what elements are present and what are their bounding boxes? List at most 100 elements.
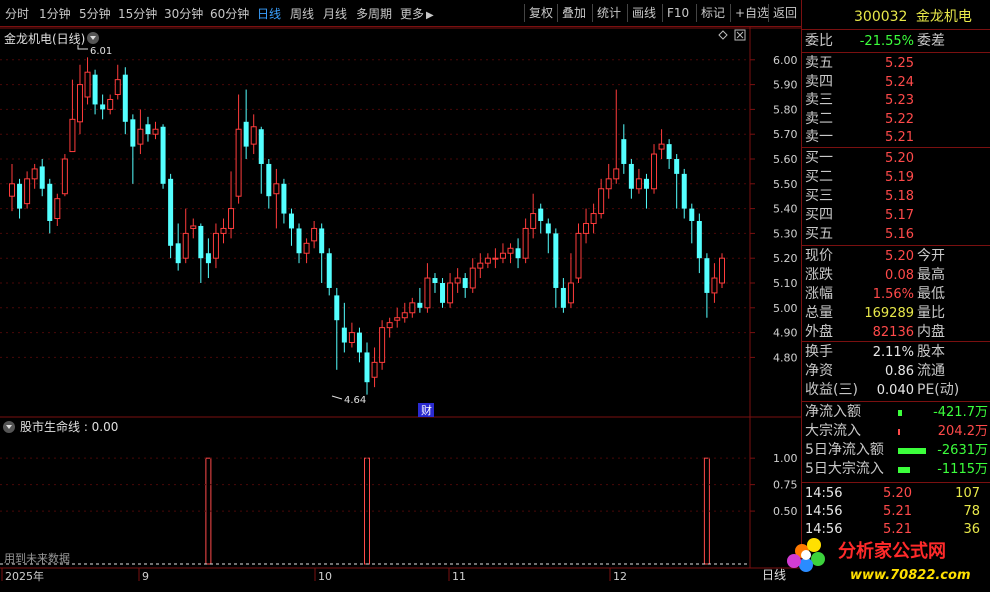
period-tab-1min[interactable]: 1分钟 xyxy=(39,5,71,22)
candle xyxy=(711,263,718,303)
overlay-button[interactable]: 叠加 xyxy=(557,4,590,22)
back-button[interactable]: 返回 xyxy=(768,4,801,22)
candle xyxy=(530,193,537,239)
money-flow-bar xyxy=(898,448,926,454)
quote-value: 0.08 xyxy=(885,268,914,283)
quote-row: 涨跌 0.08 最高 xyxy=(802,266,990,285)
fuquan-button[interactable]: 复权 xyxy=(524,4,557,22)
fundamental-label-2: PE(动) xyxy=(917,382,960,398)
candle xyxy=(417,287,423,313)
quote-label-2: 今开 xyxy=(917,248,945,264)
price-tick-label: 4.90 xyxy=(773,327,798,340)
buy-level-row: 买二 5.19 xyxy=(802,168,990,187)
candle xyxy=(61,154,68,197)
candle xyxy=(567,253,574,308)
candle xyxy=(250,114,257,155)
buy-level-row: 买三 5.18 xyxy=(802,187,990,206)
candle xyxy=(538,203,544,234)
buy-level-price: 5.20 xyxy=(885,151,914,166)
high-price-label: 6.01 xyxy=(90,46,112,57)
sell-level-row: 卖二 5.22 xyxy=(802,110,990,129)
chart-menu-icon[interactable] xyxy=(87,32,99,44)
kline-chart-svg[interactable]: 6.00 5.90 5.80 5.70 5.60 5.50 5.40 5.30 5.20 5.10… xyxy=(0,27,801,589)
tick-price: 5.20 xyxy=(883,486,912,501)
fundamental-value: 2.11% xyxy=(872,345,914,360)
low-marker-line xyxy=(331,395,343,400)
watermark-url: www.70822.com xyxy=(850,568,971,583)
draw-line-button[interactable]: 画线 xyxy=(627,4,660,22)
diamond-icon[interactable] xyxy=(718,30,728,40)
close-chart-icon[interactable] xyxy=(734,29,746,41)
indicator-menu-icon[interactable] xyxy=(3,421,15,433)
date-axis-label: 11 xyxy=(452,570,466,583)
buy-level-label: 买四 xyxy=(805,207,833,223)
tick-volume: 78 xyxy=(963,504,980,519)
sell-level-label: 卖五 xyxy=(805,55,833,71)
tick-price: 5.21 xyxy=(883,504,912,519)
candle xyxy=(243,89,249,159)
candle xyxy=(168,173,174,259)
candle xyxy=(432,273,438,293)
sell-level-row: 卖一 5.21 xyxy=(802,128,990,147)
fundamental-row: 收益(三) 0.040 PE(动) xyxy=(802,381,990,400)
candle xyxy=(507,243,514,264)
mark-button[interactable]: 标记 xyxy=(696,4,729,22)
flower-logo-icon xyxy=(787,538,825,572)
date-axis-label: 12 xyxy=(613,570,627,583)
finance-marker[interactable]: 财 xyxy=(421,403,432,417)
candle xyxy=(198,223,204,283)
money-flow-row: 5日净流入额 -2631万 xyxy=(802,441,990,460)
quote-value: 1.56% xyxy=(872,287,914,302)
period-tab-daily[interactable]: 日线 xyxy=(257,5,281,22)
period-tab-30min[interactable]: 30分钟 xyxy=(164,5,203,22)
money-flow-value: -421.7万 xyxy=(933,405,988,420)
candle xyxy=(228,171,235,239)
candle xyxy=(220,218,227,244)
candle xyxy=(69,79,76,153)
buy-level-label: 买三 xyxy=(805,188,833,204)
stats-button[interactable]: 统计 xyxy=(592,4,625,22)
candle xyxy=(424,263,431,313)
sell-level-row: 卖五 5.25 xyxy=(802,54,990,73)
candle xyxy=(462,273,468,298)
period-tab-5min[interactable]: 5分钟 xyxy=(79,5,111,22)
price-tick-label: 5.90 xyxy=(773,79,798,92)
candle xyxy=(281,178,287,224)
period-tab-multi[interactable]: 多周期 xyxy=(356,5,392,22)
candle xyxy=(122,67,128,135)
candle xyxy=(598,178,605,219)
quote-panel: 300032 金龙机电 委比 -21.55% 委差 卖五 5.25 卖四 5.24 卖三… xyxy=(801,0,990,568)
candle xyxy=(635,168,642,194)
stock-name: 金龙机电 xyxy=(915,9,972,25)
money-flow-label: 净流入额 xyxy=(805,404,861,420)
quote-value: 82136 xyxy=(872,325,914,340)
candle xyxy=(545,218,551,254)
period-tab-more[interactable]: 更多 ▶ xyxy=(400,5,434,22)
sell-level-price: 5.25 xyxy=(885,56,914,71)
candle xyxy=(605,163,612,199)
date-axis-label: 10 xyxy=(318,570,332,583)
f10-button[interactable]: F10 xyxy=(662,4,693,22)
period-tab-60min[interactable]: 60分钟 xyxy=(210,5,249,22)
quote-label-2: 最高 xyxy=(917,267,945,283)
period-tab-weekly[interactable]: 周线 xyxy=(290,5,314,22)
watermark-brand: 分析家公式网 xyxy=(838,540,946,562)
period-tab-fenshi[interactable]: 分时 xyxy=(5,5,29,22)
kline-chart-area[interactable]: 6.00 5.90 5.80 5.70 5.60 5.50 5.40 5.30 5.20 5.10… xyxy=(0,27,801,589)
candle xyxy=(469,258,476,293)
candle xyxy=(499,243,506,264)
candle xyxy=(454,268,461,293)
candle xyxy=(348,322,355,348)
buy-level-row: 买四 5.17 xyxy=(802,206,990,225)
period-tab-monthly[interactable]: 月线 xyxy=(323,5,347,22)
candle xyxy=(107,94,114,115)
quote-label: 总量 xyxy=(805,305,833,321)
period-tab-15min[interactable]: 15分钟 xyxy=(118,5,157,22)
candle xyxy=(522,218,529,264)
candle xyxy=(76,64,83,135)
add-watchlist-button[interactable]: +自选 xyxy=(730,4,773,22)
buy-level-price: 5.19 xyxy=(885,170,914,185)
candle xyxy=(613,89,620,184)
price-tick-label: 4.80 xyxy=(773,351,798,364)
more-label: 更多 xyxy=(400,7,425,21)
